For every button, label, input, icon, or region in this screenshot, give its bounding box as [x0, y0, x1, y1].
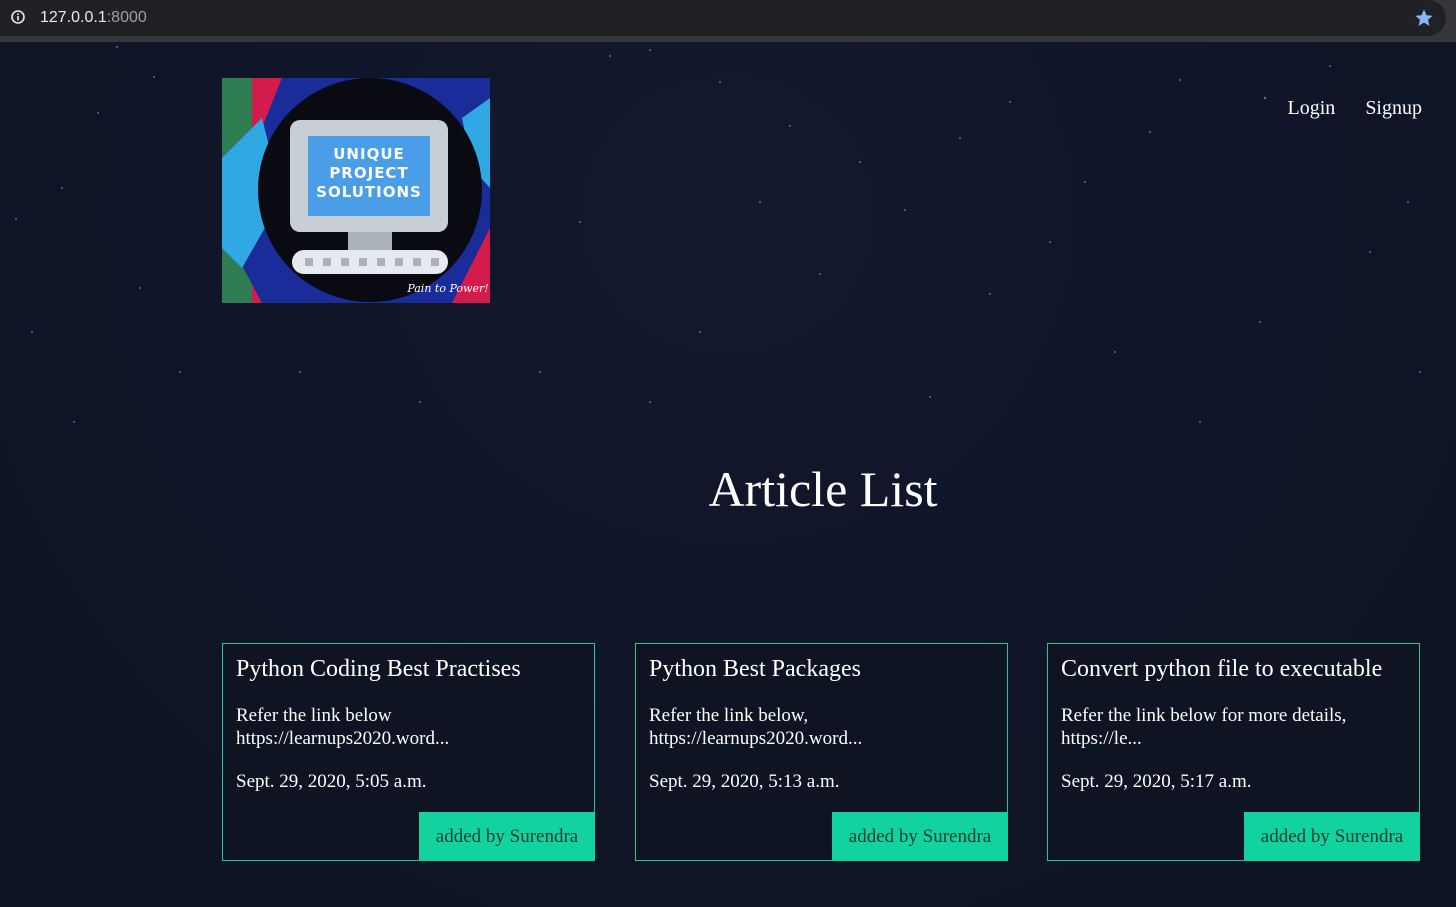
site-logo[interactable]: UNIQUE PROJECT SOLUTIONS Pain to Power! — [222, 78, 490, 303]
top-nav: Login Signup — [1288, 97, 1422, 120]
logo-line-2: PROJECT — [329, 164, 408, 182]
article-card[interactable]: Convert python file to executable Refer … — [1047, 643, 1420, 861]
page-title: Article List — [708, 461, 938, 517]
bookmark-star-icon[interactable] — [1414, 8, 1434, 28]
article-title[interactable]: Python Best Packages — [649, 656, 861, 683]
article-date: Sept. 29, 2020, 5:05 a.m. — [236, 771, 427, 792]
page-body: UNIQUE PROJECT SOLUTIONS Pain to Power! … — [0, 42, 1456, 907]
article-author-badge: added by Surendra — [832, 812, 1008, 861]
article-title[interactable]: Python Coding Best Practises — [236, 656, 521, 683]
url-host: 127.0.0.1 — [40, 9, 107, 26]
article-card[interactable]: Python Coding Best Practises Refer the l… — [222, 643, 595, 861]
url-text[interactable]: 127.0.0.1:8000 — [40, 8, 147, 28]
signup-link[interactable]: Signup — [1365, 97, 1422, 120]
info-icon[interactable] — [11, 10, 25, 24]
url-port: :8000 — [106, 9, 147, 26]
logo-line-1: UNIQUE — [333, 145, 405, 163]
address-bar[interactable]: 127.0.0.1:8000 — [0, 0, 1446, 36]
article-author-badge: added by Surendra — [1244, 812, 1420, 861]
article-title[interactable]: Convert python file to executable — [1061, 656, 1382, 683]
article-card[interactable]: Python Best Packages Refer the link belo… — [635, 643, 1008, 861]
logo-tagline: Pain to Power! — [406, 282, 488, 295]
logo-line-3: SOLUTIONS — [316, 183, 422, 201]
article-snippet: Refer the link below for more details, h… — [1061, 705, 1347, 749]
article-snippet: Refer the link below https://learnups202… — [236, 705, 450, 749]
article-date: Sept. 29, 2020, 5:17 a.m. — [1061, 771, 1252, 792]
article-date: Sept. 29, 2020, 5:13 a.m. — [649, 771, 840, 792]
login-link[interactable]: Login — [1288, 97, 1336, 120]
browser-toolbar: 127.0.0.1:8000 — [0, 0, 1456, 42]
article-author-badge: added by Surendra — [419, 812, 595, 861]
article-snippet: Refer the link below, https://learnups20… — [649, 705, 863, 749]
